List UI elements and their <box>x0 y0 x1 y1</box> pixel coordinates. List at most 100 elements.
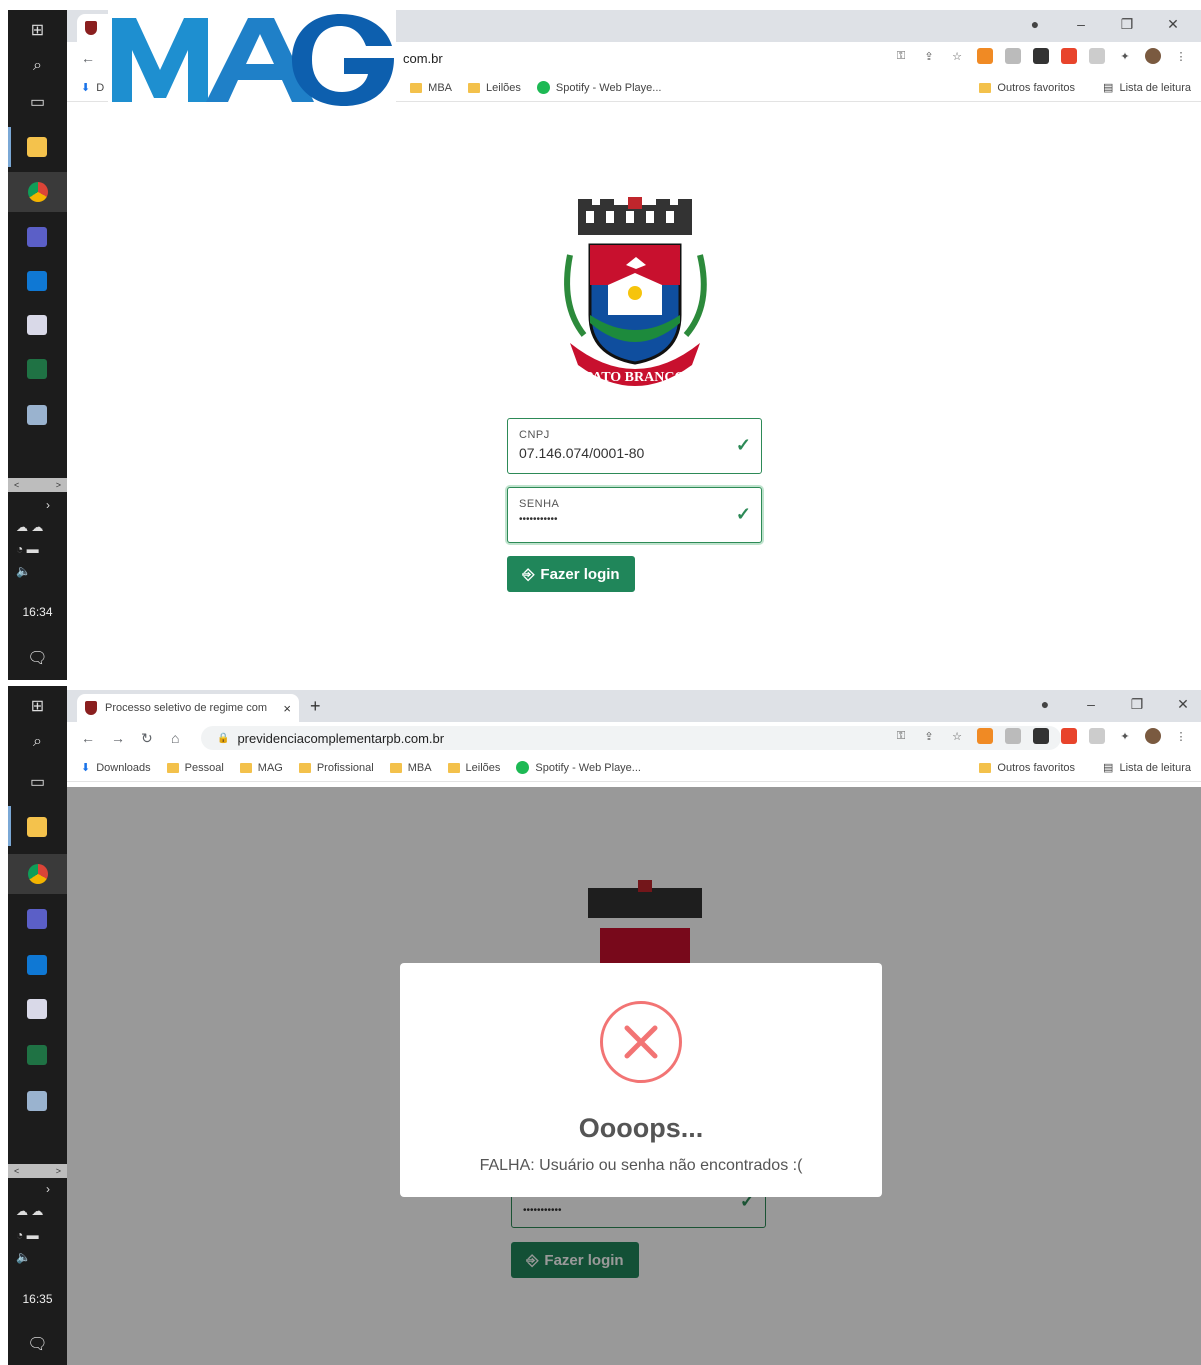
tab-strip: Processo seletivo de regime com × + ● – … <box>67 690 1201 722</box>
excel-icon[interactable] <box>22 1042 52 1068</box>
outlook-icon[interactable] <box>22 268 52 294</box>
toolbar: ← → ↻ ⌂ 🔒 previdenciacomplementarpb.com.… <box>67 722 1201 754</box>
home-icon[interactable]: ⌂ <box>171 730 179 746</box>
share-icon[interactable]: ⇪ <box>921 48 937 64</box>
avatar[interactable] <box>1145 728 1161 744</box>
task-view-icon[interactable]: ▭ <box>8 762 67 802</box>
chrome-taskbar-icon[interactable] <box>8 172 67 212</box>
folder-icon <box>389 762 402 773</box>
minimize-icon[interactable]: – <box>1081 696 1101 713</box>
extension-icon[interactable] <box>977 728 993 744</box>
onedrive-icon[interactable]: ☁ ☁ <box>16 520 43 534</box>
close-window-icon[interactable]: ✕ <box>1163 16 1183 33</box>
address-bar[interactable]: com.br <box>387 46 847 70</box>
volume-icon[interactable]: 🔈 <box>16 1250 31 1264</box>
task-view-icon[interactable]: ▭ <box>8 82 67 122</box>
bookmark-mba[interactable]: MBA <box>389 762 432 774</box>
taskbar-scrollbar[interactable]: < > <box>8 1164 67 1178</box>
error-dialog: Oooops... FALHA: Usuário ou senha não en… <box>400 963 882 1197</box>
extension-icon[interactable] <box>1033 48 1049 64</box>
cnpj-field[interactable]: CNPJ 07.146.074/0001-80 ✓ <box>507 418 762 474</box>
menu-icon[interactable]: ⋮ <box>1173 48 1189 64</box>
puzzle-icon[interactable]: ✦ <box>1117 48 1133 64</box>
bookmark-pessoal[interactable]: Pessoal <box>166 762 224 774</box>
notification-icon[interactable]: 🗨 <box>8 648 67 668</box>
excel-icon[interactable] <box>22 356 52 382</box>
volume-icon[interactable]: 🔈 <box>16 564 31 578</box>
puzzle-icon[interactable]: ✦ <box>1117 728 1133 744</box>
chevron-icon[interactable]: › <box>46 1182 50 1196</box>
extension-icon[interactable] <box>1061 48 1077 64</box>
extension-icon[interactable] <box>1089 48 1105 64</box>
bookmark-mag[interactable]: MAG <box>239 762 283 774</box>
file-explorer-icon[interactable] <box>22 134 52 160</box>
search-icon[interactable]: ⌕ <box>8 722 67 762</box>
forward-icon[interactable]: → <box>111 730 125 746</box>
star-icon[interactable]: ☆ <box>949 48 965 64</box>
new-tab-button[interactable]: + <box>310 696 321 717</box>
profile-dot-icon[interactable]: ● <box>1025 16 1045 33</box>
restore-icon[interactable]: ❐ <box>1117 16 1137 33</box>
minimize-icon[interactable]: – <box>1071 16 1091 33</box>
wifi-icon[interactable]: ◔ ▬ <box>16 542 39 556</box>
file-explorer-icon[interactable] <box>22 814 52 840</box>
bookmark-outros-favoritos[interactable]: Outros favoritos <box>979 82 1075 94</box>
taskbar-clock[interactable]: 16:35 <box>8 1292 67 1306</box>
search-icon[interactable]: ⌕ <box>8 46 67 86</box>
cnpj-value[interactable]: 07.146.074/0001-80 <box>519 445 750 461</box>
paint-icon[interactable] <box>22 312 52 338</box>
extension-icon[interactable] <box>1033 728 1049 744</box>
reading-list[interactable]: ▤ Lista de leitura <box>1103 761 1191 775</box>
bookmark-leiloes[interactable]: Leilões <box>447 762 500 774</box>
bookmark-outros-favoritos[interactable]: Outros favoritos <box>979 762 1075 774</box>
back-icon[interactable]: ← <box>81 50 95 66</box>
bookmark-spotify[interactable]: Spotify - Web Playe... <box>536 81 661 94</box>
extension-icon[interactable] <box>1005 48 1021 64</box>
tab-active[interactable]: Processo seletivo de regime com × <box>77 694 299 722</box>
menu-icon[interactable]: ⋮ <box>1173 728 1189 744</box>
star-icon[interactable]: ☆ <box>949 728 965 744</box>
restore-icon[interactable]: ❐ <box>1127 696 1147 713</box>
bookmark-downloads[interactable]: ⬇ D <box>81 81 104 95</box>
profile-dot-icon[interactable]: ● <box>1035 696 1055 713</box>
windows-taskbar: ⊞ ⌕ ▭ < > › ☁ ☁ ◔ ▬ 🔈 16:35 🗨 <box>8 686 67 1365</box>
chevron-icon[interactable]: › <box>46 498 50 512</box>
teams-icon[interactable] <box>22 224 52 250</box>
senha-field[interactable]: SENHA ••••••••••• ✓ <box>507 487 762 543</box>
folder-icon <box>410 82 423 93</box>
senha-value[interactable]: ••••••••••• <box>519 514 750 525</box>
avatar[interactable] <box>1145 48 1161 64</box>
start-icon[interactable]: ⊞ <box>8 686 67 726</box>
back-icon[interactable]: ← <box>81 730 95 746</box>
taskbar-scrollbar[interactable]: < > <box>8 478 67 492</box>
bookmark-leiloes[interactable]: Leilões <box>468 82 521 94</box>
extension-icon[interactable] <box>1061 728 1077 744</box>
start-icon[interactable]: ⊞ <box>8 10 67 50</box>
extension-icon[interactable] <box>1089 728 1105 744</box>
key-icon[interactable]: ⚿ <box>893 728 909 744</box>
extension-icon[interactable] <box>1005 728 1021 744</box>
teams-icon[interactable] <box>22 906 52 932</box>
wifi-icon[interactable]: ◔ ▬ <box>16 1228 39 1242</box>
remote-desktop-icon[interactable] <box>22 402 52 428</box>
extension-icon[interactable] <box>977 48 993 64</box>
reload-icon[interactable]: ↻ <box>141 730 153 747</box>
notification-icon[interactable]: 🗨 <box>8 1334 67 1354</box>
tab-close-icon[interactable]: × <box>283 701 291 716</box>
bookmark-downloads[interactable]: ⬇ Downloads <box>81 761 151 775</box>
taskbar-clock[interactable]: 16:34 <box>8 605 67 619</box>
bookmark-mba[interactable]: MBA <box>410 82 452 94</box>
close-window-icon[interactable]: ✕ <box>1173 696 1193 713</box>
lock-icon: 🔒 <box>217 732 230 744</box>
share-icon[interactable]: ⇪ <box>921 728 937 744</box>
key-icon[interactable]: ⚿ <box>893 48 909 64</box>
bookmark-profissional[interactable]: Profissional <box>298 762 374 774</box>
chrome-taskbar-icon[interactable] <box>8 854 67 894</box>
paint-icon[interactable] <box>22 996 52 1022</box>
outlook-icon[interactable] <box>22 952 52 978</box>
login-button[interactable]: ⎆ Fazer login <box>507 556 635 592</box>
onedrive-icon[interactable]: ☁ ☁ <box>16 1204 43 1218</box>
remote-desktop-icon[interactable] <box>22 1088 52 1114</box>
reading-list[interactable]: ▤ Lista de leitura <box>1103 81 1191 95</box>
bookmark-spotify[interactable]: Spotify - Web Playe... <box>516 761 641 774</box>
